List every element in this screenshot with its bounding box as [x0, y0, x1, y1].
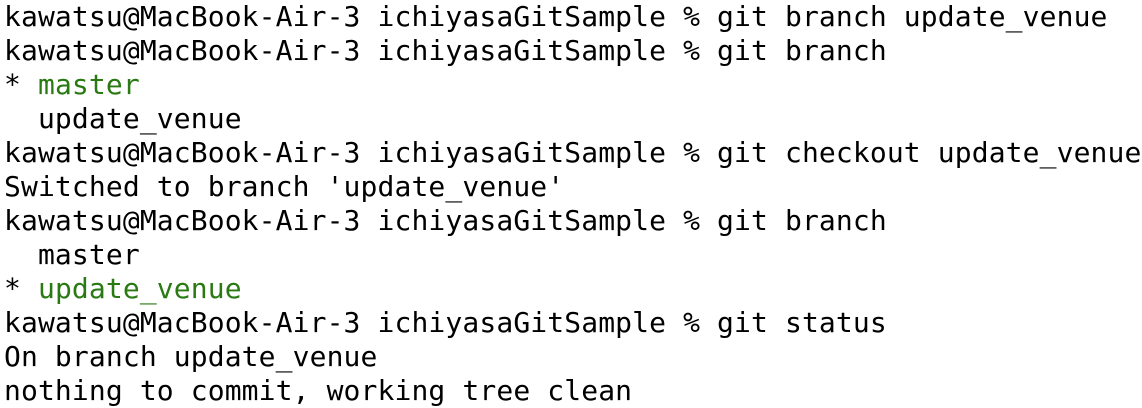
current-branch-name: update_venue — [37, 272, 242, 305]
output-line: On branch update_venue — [4, 340, 378, 373]
output-line: nothing to commit, working tree clean — [4, 374, 633, 407]
current-branch-name: master — [37, 68, 140, 101]
prompt-line: kawatsu@MacBook-Air-3 ichiyasaGitSample … — [4, 136, 1142, 169]
terminal-window[interactable]: kawatsu@MacBook-Air-3 ichiyasaGitSample … — [0, 0, 1142, 408]
prompt-line: kawatsu@MacBook-Air-3 ichiyasaGitSample … — [4, 0, 1108, 33]
branch-list-item: master — [4, 238, 140, 271]
prompt-line: kawatsu@MacBook-Air-3 ichiyasaGitSample … — [4, 34, 887, 67]
branch-list-item: update_venue — [4, 102, 242, 135]
branch-list-item-current: * update_venue — [4, 272, 1142, 306]
current-branch-marker: * — [4, 68, 38, 101]
output-line: Switched to branch 'update_venue' — [4, 170, 565, 203]
branch-list-item-current: * master — [4, 68, 1142, 102]
prompt-line: kawatsu@MacBook-Air-3 ichiyasaGitSample … — [4, 204, 887, 237]
current-branch-marker: * — [4, 272, 38, 305]
prompt-line: kawatsu@MacBook-Air-3 ichiyasaGitSample … — [4, 306, 887, 339]
